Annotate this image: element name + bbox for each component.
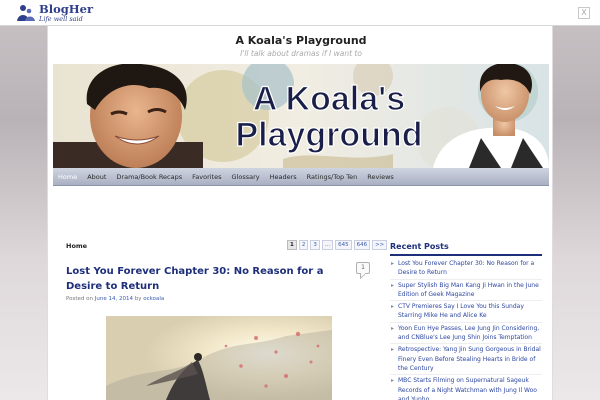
pager-item: ... [321,240,334,250]
main-nav: Home About Drama/Book Recaps Favorites Gloss… [53,168,549,186]
close-icon[interactable]: X [578,7,590,19]
pager-item[interactable]: >> [372,240,388,250]
nav-item-about[interactable]: About [82,168,111,186]
nav-item-favorites[interactable]: Favorites [187,168,226,186]
blogher-logo-icon [17,5,35,21]
post-date-link[interactable]: June 14, 2014 [95,296,133,302]
pagination: 1 2 3... 645 646 >> [287,240,388,250]
banner-title-line2: Playground [235,116,422,154]
site-tagline: I'll talk about dramas if I want to [240,49,362,58]
post-meta-prefix: Posted on [66,296,93,302]
blogher-name: BlogHer [39,1,94,16]
blogher-top-bar: BlogHer Life well said X [0,0,600,26]
recent-post-link[interactable]: MBC Starts Filming on Supernatural Sageu… [390,376,542,400]
pager-item[interactable]: 1 [287,240,297,250]
nav-item-headers[interactable]: Headers [265,168,302,186]
comment-count-icon[interactable]: 1 [356,262,370,274]
post-author-link[interactable]: ockoala [143,296,164,302]
recent-post-link[interactable]: Retrospective: Yang Jin Sung Gorgeous in… [390,345,542,376]
page-container: A Koala's Playground I'll talk about dra… [47,26,553,400]
nav-item-home[interactable]: Home [53,168,82,186]
pager-item[interactable]: 2 [298,240,309,250]
pager-item[interactable]: 646 [353,240,371,250]
post-illustration [106,316,332,400]
blogher-tagline: Life well said [39,15,83,23]
pager-item[interactable]: 3 [310,240,320,250]
recent-post-link[interactable]: Yoon Eun Hye Passes, Lee Jung Jin Consid… [390,324,542,345]
banner-image: A Koala's Playground [53,64,549,168]
recent-posts-list: Lost You Forever Chapter 30: No Reason f… [390,259,542,400]
nav-item-reviews[interactable]: Reviews [362,168,399,186]
nav-item-ratings-top-ten[interactable]: Ratings/Top Ten [302,168,363,186]
banner-title-line1: A Koala's [253,80,405,118]
nav-item-glossary[interactable]: Glossary [227,168,265,186]
nav-item-drama-book-recaps[interactable]: Drama/Book Recaps [111,168,187,186]
site-title[interactable]: A Koala's Playground [48,34,554,47]
pager-item[interactable]: 645 [335,240,352,250]
header-banner[interactable]: A Koala's Playground [53,64,549,168]
post-image[interactable] [106,316,332,400]
post-meta-by: by [134,296,142,302]
recent-post-link[interactable]: CTV Premieres Say I Love You this Sunday… [390,302,542,323]
post-title[interactable]: Lost You Forever Chapter 30: No Reason f… [66,264,350,294]
post-meta: Posted on June 14, 2014 by ockoala [66,296,164,302]
breadcrumb[interactable]: Home [66,242,87,250]
recent-post-link[interactable]: Lost You Forever Chapter 30: No Reason f… [390,259,542,280]
sidebar: Recent Posts Lost You Forever Chapter 30… [390,242,542,400]
recent-posts-title: Recent Posts [390,242,542,256]
blogher-logo[interactable]: BlogHer Life well said [16,3,93,23]
recent-post-link[interactable]: Super Stylish Big Man Kang Ji Hwan in th… [390,281,542,302]
